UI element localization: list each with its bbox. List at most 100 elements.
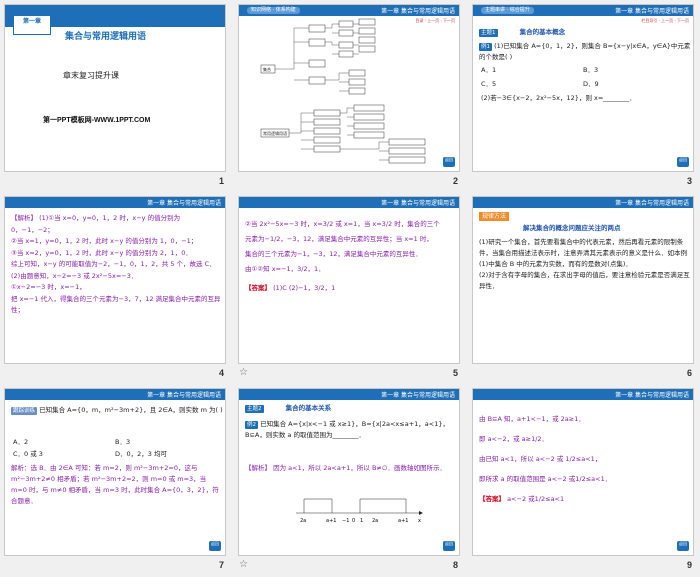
diagram-logic-label: 常用逻辑用语 bbox=[263, 130, 287, 136]
solution-text: 【解析】 因为 a<1，所以 2a<a+1，所以 B≠∅．画数轴如图所示． bbox=[245, 463, 457, 474]
slide-number: 8 bbox=[452, 560, 458, 570]
solution-line: 由已知 a<1，所以 a<−2 或 1/2≤a<1， bbox=[479, 455, 602, 463]
axis-label: 2a bbox=[300, 518, 306, 524]
example-tag: 例1 bbox=[479, 43, 492, 51]
nav-links[interactable]: 栏目导引 · 上一页 · 下一页 bbox=[641, 18, 689, 24]
solution-line: (2)由题意知，x−2=−3 或 2x²−5x=−3． bbox=[11, 271, 138, 280]
example-tag: 例2 bbox=[245, 421, 258, 429]
diagram-root-label: 集合 bbox=[263, 66, 271, 72]
topic-tag: 主题2 bbox=[245, 405, 264, 413]
choice-d: D．0，2，3 均可 bbox=[115, 450, 167, 458]
solution-line: ①x−2=−3 时，x=−1， bbox=[11, 283, 86, 291]
slide-thumbnail-3[interactable]: 主题串讲 · 综合提升 第一章 集合与常用逻辑用语 栏目导引 · 上一页 · 下… bbox=[468, 0, 700, 192]
topic-title: 集合的基本概念 bbox=[519, 28, 566, 36]
method-line: (1)研究一个集合，首先要看集合中的代表元素，然后再看元素的限制条件，当集合用描… bbox=[479, 238, 687, 268]
axis-label: a+1 bbox=[398, 518, 408, 524]
topic-heading: 主题2 集合的基本关系 bbox=[245, 403, 455, 414]
question-text: 已知集合 A={0，m，m²−3m+2}，且 2∈A，则实数 m 为( ) bbox=[39, 406, 223, 414]
number-line-diagram: 2a a+1 −1 0 1 2a a+1 x bbox=[296, 498, 423, 524]
solution-line: 【解析】 (1)①当 x=0，y=0，1，2 时，x−y 的值分别为 0，−1，… bbox=[11, 214, 181, 234]
topic-heading: 主题1 集合的基本概念 bbox=[479, 27, 689, 38]
header-title: 第一章 集合与常用逻辑用语 bbox=[615, 392, 689, 399]
back-button[interactable]: 返回 bbox=[443, 157, 455, 167]
slide-header: 第一章 集合与常用逻辑用语 bbox=[473, 389, 693, 400]
slide-number: 5 bbox=[452, 368, 458, 378]
question-2: (2)若−3∈{x−2，2x²−5x，12}，则 x=________． bbox=[481, 94, 636, 102]
question-1: 例1 (1)已知集合 A={0，1，2}，则集合 B={x−y|x∈A，y∈A}… bbox=[479, 41, 691, 63]
slide-thumbnail-4[interactable]: 第一章 集合与常用逻辑用语 【解析】 (1)①当 x=0，y=0，1，2 时，x… bbox=[0, 192, 234, 384]
method-line: (2)对于含有字母的集合，在求出字母的值后，要注意检验元素是否满足互异性． bbox=[479, 271, 690, 290]
animation-star-icon: ☆ bbox=[239, 367, 248, 378]
question-text-wrap: 例2 已知集合 A={x|x<−1 或 x≥1}，B={x|2a<x≤a+1，a… bbox=[245, 419, 457, 441]
slide-thumbnail-7[interactable]: 第一章 集合与常用逻辑用语 跟踪训练 已知集合 A={0，m，m²−3m+2}，… bbox=[0, 384, 234, 576]
slide-number: 1 bbox=[218, 176, 224, 186]
solution-line: ②当 x=1，y=0，1，2 时，此时 x−y 的值分别为 1，0，−1； bbox=[11, 237, 198, 245]
slide-thumbnail-1[interactable]: 第一章 集合与常用逻辑用语 章末复习提升课 第一PPT模板网-WWW.1PPT.… bbox=[0, 0, 234, 192]
slide-thumbnail-6[interactable]: 第一章 集合与常用逻辑用语 规律方法 解决集合的概念问题应关注的两点 (1)研究… bbox=[468, 192, 700, 384]
axis-label: x bbox=[418, 518, 421, 524]
answer-line: 【答案】 (1)C (2)−1，3/2，1 bbox=[245, 281, 457, 296]
axis-label: 0 bbox=[352, 518, 355, 524]
back-button[interactable]: 返回 bbox=[443, 541, 455, 551]
slide-canvas: 主题串讲 · 综合提升 第一章 集合与常用逻辑用语 栏目导引 · 上一页 · 下… bbox=[472, 4, 694, 172]
solution-line: 集合的三个元素为−1，−3，12，满足集合中元素的互异性． bbox=[245, 250, 422, 258]
solution-line: 把 x=−1 代入，得集合的三个元素为−3，7，12 满足集合中元素的互异性； bbox=[11, 294, 221, 315]
back-button[interactable]: 返回 bbox=[209, 541, 221, 551]
slide-canvas: 第一章 集合与常用逻辑用语 跟踪训练 已知集合 A={0，m，m²−3m+2}，… bbox=[4, 388, 226, 556]
method-tag-wrap: 规律方法 bbox=[479, 211, 510, 222]
axis-label: −1 bbox=[342, 518, 349, 524]
slide-thumbnail-5[interactable]: 第一章 集合与常用逻辑用语 ②当 2x²−5x=−3 时，x=3/2 或 x=1… bbox=[234, 192, 468, 384]
slide-header: 第一章 集合与常用逻辑用语 bbox=[239, 197, 459, 208]
method-title: 解决集合的概念问题应关注的两点 bbox=[523, 224, 621, 232]
animation-star-icon: ☆ bbox=[239, 559, 248, 570]
answer-line: 【答案】 a<−2 或1/2≤a<1 bbox=[479, 489, 691, 509]
slide-canvas: 第一章 集合与常用逻辑用语 【解析】 (1)①当 x=0，y=0，1，2 时，x… bbox=[4, 196, 226, 364]
slide-number: 4 bbox=[218, 368, 224, 378]
answer-label: 【答案】 bbox=[245, 284, 271, 292]
solution-line: 由 B⊆A 知，a+1<−1，或 2a≥1． bbox=[479, 415, 585, 423]
question-text: 已知集合 A={x|x<−1 或 x≥1}，B={x|2a<x≤a+1，a<1}… bbox=[245, 420, 449, 439]
slide-number: 2 bbox=[452, 176, 458, 186]
slide-canvas: 第一章 集合与常用逻辑用语 主题2 集合的基本关系 例2 已知集合 A={x|x… bbox=[238, 388, 460, 556]
choice-c: C．0 或 3 bbox=[13, 450, 43, 458]
choice-b: B．3 bbox=[583, 66, 599, 74]
solution-line: 由①②知 x=−1，3/2，1． bbox=[245, 265, 325, 273]
choice-c: C．5 bbox=[481, 80, 497, 88]
slide-number: 9 bbox=[686, 560, 692, 570]
solution-text: ②当 2x²−5x=−3 时，x=3/2 或 x=1，当 x=3/2 时，集合的… bbox=[245, 217, 457, 296]
slide-header: 主题串讲 · 综合提升 第一章 集合与常用逻辑用语 bbox=[473, 5, 693, 16]
solution-line: 即所求 a 的取值范围是 a<−2 或1/2≤a<1． bbox=[479, 475, 612, 483]
header-title: 第一章 集合与常用逻辑用语 bbox=[381, 392, 455, 399]
slide-canvas: 第一章 集合与常用逻辑用语 ②当 2x²−5x=−3 时，x=3/2 或 x=1… bbox=[238, 196, 460, 364]
solution-line: ③当 x=2，y=0，1，2 时，此时 x−y 的值分别为 2，1，0． bbox=[11, 248, 192, 257]
axis-label: 1 bbox=[360, 518, 363, 524]
solution-line: ②当 2x²−5x=−3 时，x=3/2 或 x=1，当 x=3/2 时，集合的… bbox=[245, 220, 440, 228]
solution-text: 由 B⊆A 知，a+1<−1，或 2a≥1． 即 a<−2，或 a≥1/2． 由… bbox=[479, 409, 691, 509]
slide-thumbnail-2[interactable]: 知识网络 · 体系构建 第一章 集合与常用逻辑用语 目录 · 上一页 · 下一页 bbox=[234, 0, 468, 192]
back-button[interactable]: 返回 bbox=[677, 157, 689, 167]
choice-b: B．3 bbox=[115, 438, 131, 446]
site-text: 第一PPT模板网-WWW.1PPT.COM bbox=[43, 117, 151, 124]
chapter-tag-box: 第一章 bbox=[13, 15, 51, 35]
answer-label: 【答案】 bbox=[479, 495, 505, 503]
back-button[interactable]: 返回 bbox=[677, 541, 689, 551]
practice-solution: 解析：选 B．由 2∈A 可知：若 m=2，则 m²−3m+2=0，这与 m²−… bbox=[11, 464, 219, 505]
header-title: 第一章 集合与常用逻辑用语 bbox=[381, 200, 455, 207]
slide-canvas: 第一章 集合与常用逻辑用语 规律方法 解决集合的概念问题应关注的两点 (1)研究… bbox=[472, 196, 694, 364]
choice-a: A．1 bbox=[481, 66, 497, 74]
slide-header: 第一章 集合与常用逻辑用语 bbox=[473, 197, 693, 208]
topic-title: 集合的基本关系 bbox=[285, 404, 332, 412]
answer-text: a<−2 或1/2≤a<1 bbox=[507, 495, 565, 503]
slide-header: 第一章 集合与常用逻辑用语 bbox=[5, 389, 225, 400]
slide-thumbnail-9[interactable]: 第一章 集合与常用逻辑用语 由 B⊆A 知，a+1<−1，或 2a≥1． 即 a… bbox=[468, 384, 700, 576]
method-tag: 规律方法 bbox=[479, 212, 510, 221]
solution-line: 元素为−1/2，−3，12，满足集合中元素的互异性；当 x=1 时， bbox=[245, 235, 433, 243]
slide-thumbnail-8[interactable]: 第一章 集合与常用逻辑用语 主题2 集合的基本关系 例2 已知集合 A={x|x… bbox=[234, 384, 468, 576]
solution-line: 即 a<−2，或 a≥1/2． bbox=[479, 435, 549, 443]
choice-d: D．9 bbox=[583, 80, 599, 88]
slide-title: 集合与常用逻辑用语 bbox=[65, 32, 147, 42]
slide-header: 第一章 集合与常用逻辑用语 bbox=[239, 389, 459, 400]
section-pill: 主题串讲 · 综合提升 bbox=[481, 7, 534, 14]
chapter-tag: 第一章 bbox=[22, 18, 41, 25]
slide-number: 3 bbox=[686, 176, 692, 186]
